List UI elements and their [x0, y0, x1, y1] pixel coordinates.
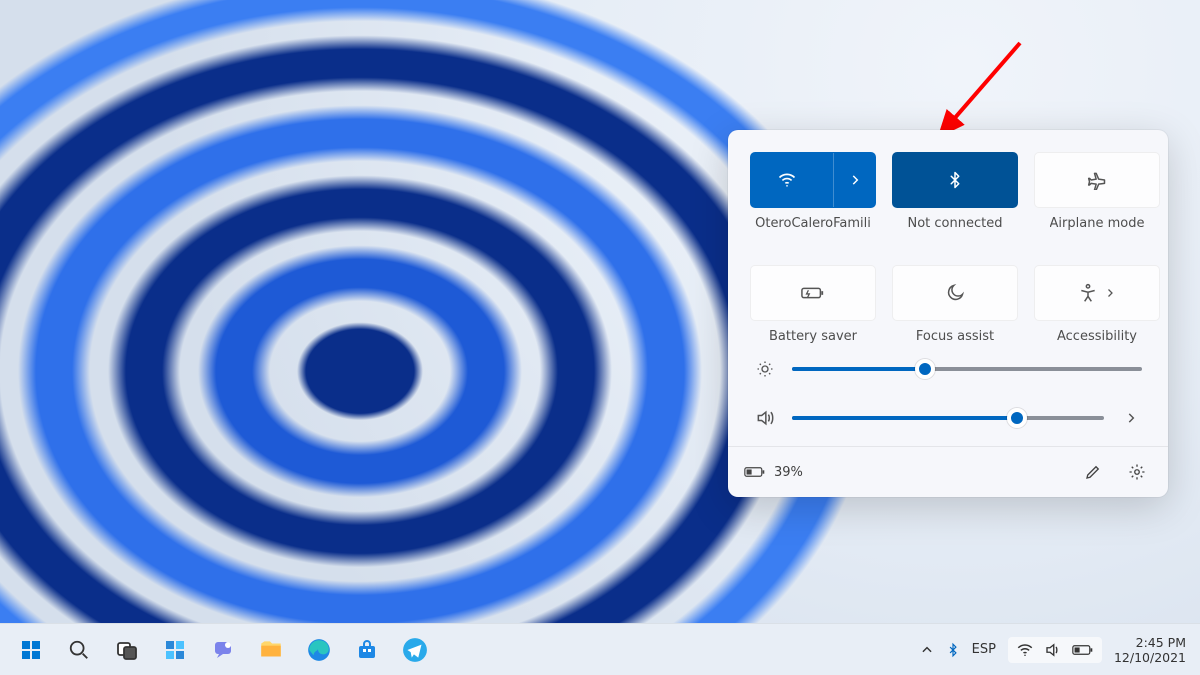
focus-assist-tile-label: Focus assist [916, 329, 994, 344]
clock-button[interactable]: 2:45 PM 12/10/2021 [1114, 635, 1186, 665]
accessibility-tile[interactable] [1034, 265, 1160, 321]
battery-saver-tile[interactable] [750, 265, 876, 321]
wifi-tile[interactable] [750, 152, 876, 208]
battery-icon [744, 465, 766, 479]
pencil-icon [1084, 463, 1102, 481]
accessibility-icon [1078, 283, 1098, 303]
start-button[interactable] [10, 629, 52, 671]
wifi-expand-button[interactable] [833, 153, 875, 207]
quick-settings-panel: OteroCaleroFamili Not connected [728, 130, 1168, 497]
chat-button[interactable] [202, 629, 244, 671]
windows-icon [19, 638, 43, 662]
telegram-icon [402, 637, 428, 663]
brightness-slider[interactable] [792, 367, 1142, 371]
clock-time: 2:45 PM [1114, 635, 1186, 650]
open-settings-button[interactable] [1122, 457, 1152, 487]
battery-icon [1072, 643, 1094, 657]
language-text: ESP [972, 642, 996, 657]
chevron-right-icon [848, 173, 862, 187]
wifi-icon [1016, 641, 1034, 659]
bluetooth-icon [946, 169, 964, 191]
airplane-icon [1087, 170, 1107, 190]
volume-slider-row [754, 408, 1142, 428]
store-button[interactable] [346, 629, 388, 671]
airplane-mode-tile-label: Airplane mode [1050, 216, 1145, 231]
taskbar-left [10, 629, 436, 671]
quick-settings-footer: 39% [728, 446, 1168, 497]
airplane-mode-tile[interactable] [1034, 152, 1160, 208]
widgets-button[interactable] [154, 629, 196, 671]
system-tray-group[interactable] [1008, 637, 1102, 663]
search-icon [68, 639, 90, 661]
chevron-right-icon [1104, 287, 1116, 299]
gear-icon [1128, 463, 1146, 481]
battery-saver-tile-label: Battery saver [769, 329, 857, 344]
bluetooth-tile[interactable] [892, 152, 1018, 208]
taskbar: ESP 2:45 PM 12/10/2021 [0, 623, 1200, 675]
folder-icon [258, 637, 284, 663]
task-view-icon [115, 638, 139, 662]
volume-icon [754, 408, 776, 428]
wifi-tile-label: OteroCaleroFamili [755, 216, 871, 231]
bluetooth-tile-label: Not connected [908, 216, 1003, 231]
battery-saver-icon [801, 284, 825, 302]
edit-quick-settings-button[interactable] [1078, 457, 1108, 487]
brightness-icon [754, 360, 776, 378]
edge-button[interactable] [298, 629, 340, 671]
taskbar-right: ESP 2:45 PM 12/10/2021 [920, 635, 1186, 665]
clock-date: 12/10/2021 [1114, 650, 1186, 665]
search-button[interactable] [58, 629, 100, 671]
battery-percent-text: 39% [774, 465, 803, 480]
widgets-icon [163, 638, 187, 662]
telegram-button[interactable] [394, 629, 436, 671]
accessibility-tile-label: Accessibility [1057, 329, 1137, 344]
quick-settings-tiles: OteroCaleroFamili Not connected [728, 130, 1168, 350]
wifi-icon [777, 170, 797, 190]
moon-icon [945, 283, 965, 303]
task-view-button[interactable] [106, 629, 148, 671]
chat-icon [211, 638, 235, 662]
focus-assist-tile[interactable] [892, 265, 1018, 321]
tray-overflow-button[interactable] [920, 643, 934, 657]
store-icon [355, 638, 379, 662]
brightness-slider-row [754, 360, 1142, 378]
tray-bluetooth-button[interactable] [946, 641, 960, 659]
volume-output-button[interactable] [1120, 411, 1142, 425]
volume-icon [1044, 641, 1062, 659]
edge-icon [306, 637, 332, 663]
chevron-up-icon [920, 643, 934, 657]
volume-slider[interactable] [792, 416, 1104, 420]
file-explorer-button[interactable] [250, 629, 292, 671]
wifi-toggle[interactable] [751, 153, 823, 207]
bluetooth-icon [946, 641, 960, 659]
language-indicator[interactable]: ESP [972, 642, 996, 657]
battery-status-button[interactable]: 39% [744, 465, 803, 480]
